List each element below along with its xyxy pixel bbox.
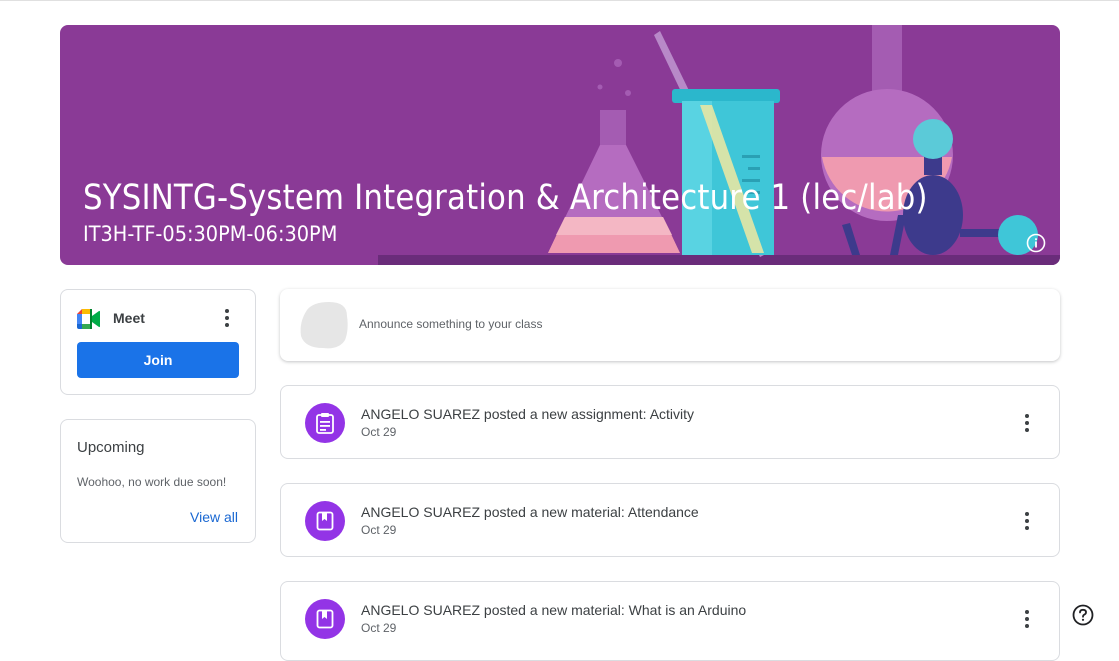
avatar: [300, 302, 348, 349]
post-title[interactable]: ANGELO SUAREZ posted a new material: Att…: [361, 504, 699, 520]
announce-box[interactable]: Announce something to your class: [280, 289, 1060, 361]
meet-label: Meet: [113, 310, 145, 326]
class-banner: SYSINTG-System Integration & Architectur…: [60, 25, 1060, 265]
material-icon: [305, 501, 345, 541]
top-divider: [0, 0, 1119, 1]
post-more-options-icon[interactable]: [1015, 509, 1039, 533]
upcoming-title: Upcoming: [77, 439, 145, 456]
announce-input[interactable]: Announce something to your class: [359, 317, 542, 331]
post-more-options-icon[interactable]: [1015, 411, 1039, 435]
material-icon: [305, 599, 345, 639]
upcoming-card: Upcoming Woohoo, no work due soon! View …: [60, 419, 256, 543]
post-title[interactable]: ANGELO SUAREZ posted a new material: Wha…: [361, 602, 746, 618]
stream-post[interactable]: ANGELO SUAREZ posted a new material: Wha…: [280, 581, 1060, 661]
post-more-options-icon[interactable]: [1015, 607, 1039, 631]
meet-card: Meet Join: [60, 289, 256, 395]
google-meet-icon: [77, 309, 100, 329]
post-date: Oct 29: [361, 523, 397, 537]
view-all-link[interactable]: View all: [190, 509, 238, 525]
post-title[interactable]: ANGELO SUAREZ posted a new assignment: A…: [361, 406, 694, 422]
join-meet-button[interactable]: Join: [77, 342, 239, 378]
class-section: IT3H-TF-05:30PM-06:30PM: [83, 222, 338, 246]
post-date: Oct 29: [361, 425, 397, 439]
help-icon[interactable]: [1072, 604, 1094, 626]
info-icon[interactable]: [1023, 230, 1049, 256]
class-title: SYSINTG-System Integration & Architectur…: [83, 178, 928, 218]
stream-post[interactable]: ANGELO SUAREZ posted a new material: Att…: [280, 483, 1060, 557]
post-date: Oct 29: [361, 621, 397, 635]
assignment-icon: [305, 403, 345, 443]
stream-post[interactable]: ANGELO SUAREZ posted a new assignment: A…: [280, 385, 1060, 459]
upcoming-message: Woohoo, no work due soon!: [77, 475, 227, 489]
meet-more-options-icon[interactable]: [215, 306, 239, 330]
